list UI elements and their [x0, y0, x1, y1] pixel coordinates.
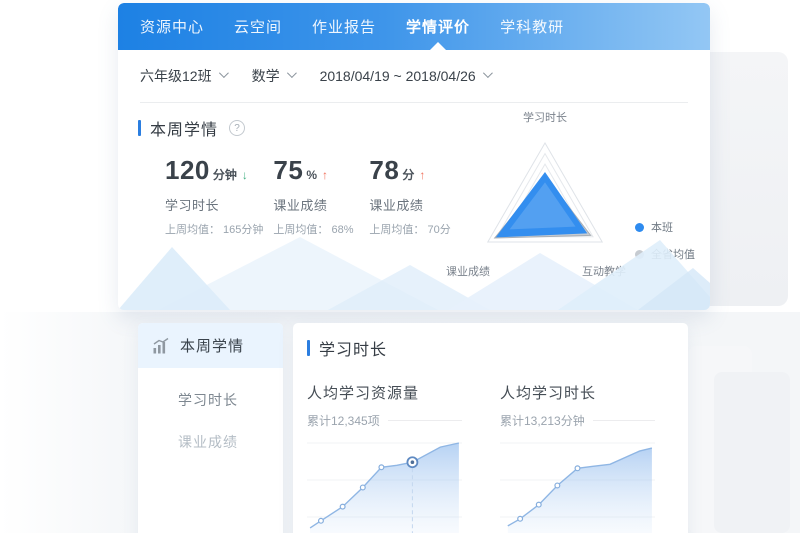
nav-tab-learning-evaluation[interactable]: 学情评价 [406, 3, 470, 50]
radar-axis-study-duration: 学习时长 [523, 109, 567, 125]
total-underline [593, 420, 655, 421]
decorative-mountains [118, 235, 710, 310]
stacked-card-behind-bottom-2 [714, 372, 790, 533]
study-duration-header: 学习时长 [307, 336, 674, 360]
panel-avg-duration: 人均学习时长 累计13,213分钟 [500, 382, 655, 533]
weekly-stats: 120 分钟 ↓ 学习时长 上周均值： 165分钟 75 % ↑ 课业成绩 上周… [165, 155, 455, 237]
class-dropdown-value: 六年级12班 [140, 66, 212, 86]
date-range-dropdown[interactable]: 2018/04/19 ~ 2018/04/26 [320, 68, 490, 84]
study-duration-card: 学习时长 人均学习资源量 累计12,345项 人均学习时长 累计13,213分钟 [293, 323, 688, 533]
sidebar-item-weekly-overview[interactable]: 本周学情 [138, 323, 283, 368]
legend-item-class[interactable]: 本班 [635, 219, 695, 235]
trend-up-icon: ↑ [419, 168, 425, 182]
sidebar-item-label: 本周学情 [180, 335, 244, 356]
nav-tab-homework-report[interactable]: 作业报告 [312, 3, 376, 50]
detail-sidebar-card: 本周学情 学习时长 课业成绩 [138, 323, 283, 533]
sidebar-item-coursework-score[interactable]: 课业成绩 [138, 432, 283, 452]
stacked-card-behind-top [700, 52, 788, 306]
legend-dot-class [635, 223, 644, 232]
stat-unit: % [306, 168, 317, 182]
stat-label: 学习时长 [165, 195, 263, 214]
panel-title: 人均学习资源量 [307, 382, 462, 403]
stat-label: 课业成绩 [273, 195, 359, 214]
stat-value: 120 [165, 155, 210, 186]
filter-bar: 六年级12班 数学 2018/04/19 ~ 2018/04/26 [118, 50, 710, 102]
stat-unit: 分钟 [213, 166, 237, 183]
nav-tab-cloud-space[interactable]: 云空间 [234, 3, 282, 50]
class-dropdown[interactable]: 六年级12班 [140, 66, 226, 86]
overview-title: 本周学情 [150, 116, 218, 140]
top-navigation: 资源中心 云空间 作业报告 学情评价 学科教研 [118, 3, 710, 50]
trend-up-icon: ↑ [322, 168, 328, 182]
date-range-value: 2018/04/19 ~ 2018/04/26 [320, 68, 476, 84]
trend-down-icon: ↓ [242, 168, 248, 182]
accent-bar [138, 120, 141, 136]
help-icon[interactable]: ? [229, 120, 245, 136]
subject-dropdown-value: 数学 [252, 66, 280, 86]
chevron-down-icon [483, 68, 493, 78]
page: 资源中心 云空间 作业报告 学情评价 学科教研 六年级12班 数学 2018/0… [0, 0, 800, 533]
stat-unit: 分 [402, 166, 414, 183]
panel-total: 累计12,345项 [307, 412, 380, 429]
study-duration-title: 学习时长 [319, 336, 387, 360]
sidebar-item-study-duration[interactable]: 学习时长 [138, 390, 283, 410]
stat-value: 78 [369, 155, 399, 186]
avg-duration-line-chart [500, 435, 655, 533]
stat-coursework-score-pct: 75 % ↑ 课业成绩 上周均值： 68% [273, 155, 359, 237]
chart-panels: 人均学习资源量 累计12,345项 人均学习时长 累计13,213分钟 [307, 382, 674, 533]
nav-tab-resource-center[interactable]: 资源中心 [140, 3, 204, 50]
panel-title: 人均学习时长 [500, 382, 655, 403]
accent-bar [307, 340, 310, 356]
stat-value: 75 [273, 155, 303, 186]
legend-label: 本班 [651, 219, 673, 235]
subject-dropdown[interactable]: 数学 [252, 66, 294, 86]
total-underline [388, 420, 462, 421]
panel-total: 累计13,213分钟 [500, 412, 585, 429]
panel-avg-resources: 人均学习资源量 累计12,345项 [307, 382, 462, 533]
avg-resources-line-chart [307, 435, 462, 533]
bar-chart-icon [151, 336, 171, 356]
chevron-down-icon [287, 68, 297, 78]
chevron-down-icon [219, 68, 229, 78]
stat-study-duration: 120 分钟 ↓ 学习时长 上周均值： 165分钟 [165, 155, 263, 237]
overview-card: 资源中心 云空间 作业报告 学情评价 学科教研 六年级12班 数学 2018/0… [118, 3, 710, 310]
nav-tab-subject-research[interactable]: 学科教研 [500, 3, 564, 50]
filter-divider [140, 102, 688, 103]
